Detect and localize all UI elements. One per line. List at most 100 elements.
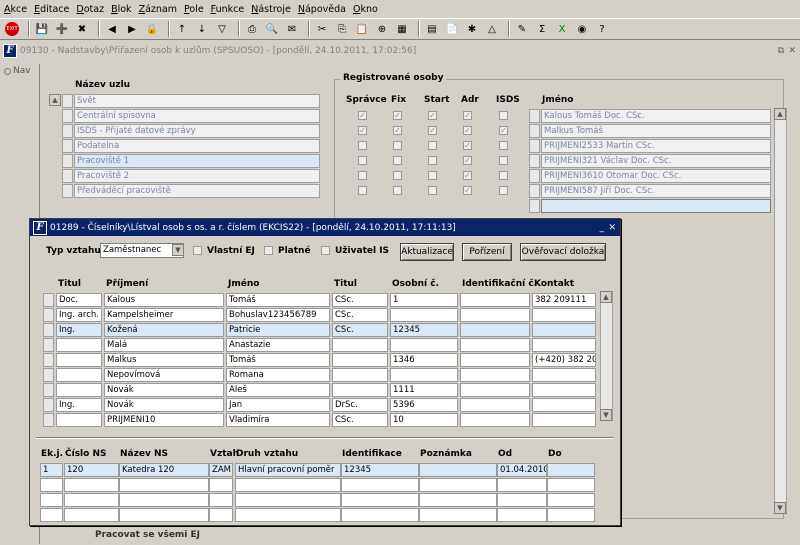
own-unit-checkbox[interactable] xyxy=(193,246,202,255)
detail-cell[interactable] xyxy=(419,493,497,507)
document-icon[interactable]: 📄 xyxy=(444,21,460,37)
detail-cell[interactable]: 12345 xyxy=(341,463,419,477)
row-marker[interactable] xyxy=(62,184,73,198)
row-marker[interactable] xyxy=(43,353,54,367)
row-marker[interactable] xyxy=(43,413,54,427)
detail-cell[interactable] xyxy=(497,493,547,507)
row-marker[interactable] xyxy=(62,154,73,168)
dialog-cell[interactable] xyxy=(56,368,102,382)
dialog-scrollbar[interactable] xyxy=(600,291,613,421)
row-marker[interactable] xyxy=(529,109,540,123)
person-flag-checkbox[interactable] xyxy=(499,171,508,180)
dialog-cell[interactable] xyxy=(332,368,388,382)
node-field[interactable]: Pracoviště 1 xyxy=(74,154,320,168)
dialog-cell[interactable] xyxy=(56,413,102,427)
valid-checkbox[interactable] xyxy=(264,246,273,255)
dialog-cell[interactable] xyxy=(532,413,596,427)
person-flag-checkbox[interactable]: ✓ xyxy=(358,126,367,135)
record-next-icon[interactable]: ▶ xyxy=(124,21,140,37)
verification-clause-button[interactable]: Ověřovací doložka xyxy=(520,243,606,261)
dialog-cell[interactable]: Vladimíra xyxy=(226,413,330,427)
dialog-cell[interactable] xyxy=(460,383,530,397)
person-flag-checkbox[interactable] xyxy=(499,156,508,165)
dialog-cell[interactable] xyxy=(532,383,596,397)
dialog-cell[interactable]: Nepovímová xyxy=(104,368,224,382)
node-field[interactable]: Předváděcí pracoviště xyxy=(74,184,320,198)
person-flag-checkbox[interactable] xyxy=(358,156,367,165)
detail-cell[interactable] xyxy=(341,508,419,522)
help-icon[interactable]: ? xyxy=(594,21,610,37)
detail-cell[interactable] xyxy=(40,493,63,507)
dialog-cell[interactable]: 382 209111 xyxy=(532,293,596,307)
calculator-icon[interactable]: ▤ xyxy=(424,21,440,37)
detail-cell[interactable] xyxy=(209,493,233,507)
dialog-cell[interactable]: Novák xyxy=(104,398,224,412)
dialog-cell[interactable]: Malkus xyxy=(104,353,224,367)
find-icon[interactable]: 🔍 xyxy=(264,21,280,37)
excel-icon[interactable]: X xyxy=(554,21,570,37)
dialog-cell[interactable]: CSc. xyxy=(332,308,388,322)
dialog-cell[interactable]: 12345 xyxy=(390,323,458,337)
dialog-cell[interactable]: CSc. xyxy=(332,323,388,337)
row-marker[interactable] xyxy=(43,338,54,352)
dialog-cell[interactable]: Bohuslav123456789 xyxy=(226,308,330,322)
dialog-cell[interactable] xyxy=(532,398,596,412)
dialog-cell[interactable] xyxy=(460,308,530,322)
detail-cell[interactable]: 01.04.2010 xyxy=(497,463,547,477)
dialog-cell[interactable]: 1346 xyxy=(390,353,458,367)
menu-item[interactable]: Funkce xyxy=(211,4,245,15)
person-flag-checkbox[interactable]: ✓ xyxy=(358,111,367,120)
person-flag-checkbox[interactable] xyxy=(358,171,367,180)
filter-icon[interactable]: ▽ xyxy=(214,21,230,37)
dialog-cell[interactable]: 5396 xyxy=(390,398,458,412)
mail-icon[interactable]: ✉ xyxy=(284,21,300,37)
row-marker[interactable] xyxy=(529,199,540,213)
row-marker[interactable] xyxy=(43,368,54,382)
person-name-field[interactable]: PRIJMENI2533 Martin CSc. xyxy=(541,139,771,153)
dialog-cell[interactable]: Novák xyxy=(104,383,224,397)
detail-cell[interactable] xyxy=(40,478,63,492)
detail-cell[interactable] xyxy=(235,493,341,507)
dialog-cell[interactable] xyxy=(460,323,530,337)
dialog-cell[interactable]: 10 xyxy=(390,413,458,427)
row-marker[interactable] xyxy=(43,383,54,397)
person-flag-checkbox[interactable] xyxy=(428,186,437,195)
create-button[interactable]: Pořízení xyxy=(462,243,512,261)
dialog-close-icon[interactable]: ✕ xyxy=(608,223,616,233)
row-marker[interactable] xyxy=(529,184,540,198)
restore-icon[interactable]: ⧉ xyxy=(778,46,784,56)
person-flag-checkbox[interactable] xyxy=(393,171,402,180)
menu-item[interactable]: Akce xyxy=(4,4,27,15)
dialog-cell[interactable]: 1111 xyxy=(390,383,458,397)
record-prev-icon[interactable]: ◀ xyxy=(104,21,120,37)
row-marker[interactable] xyxy=(62,169,73,183)
detail-cell[interactable] xyxy=(547,463,595,477)
node-field[interactable]: Podatelna xyxy=(74,139,320,153)
edit-icon[interactable]: ✎ xyxy=(514,21,530,37)
menu-item[interactable]: Dotaz xyxy=(76,4,104,15)
nav-tab[interactable]: Nav xyxy=(4,66,37,76)
scroll-down-icon[interactable]: ▼ xyxy=(774,502,786,514)
person-flag-checkbox[interactable]: ✓ xyxy=(393,126,402,135)
menu-item[interactable]: Editace xyxy=(34,4,69,15)
detail-cell[interactable] xyxy=(419,478,497,492)
columns-icon[interactable]: ▦ xyxy=(394,21,410,37)
dialog-cell[interactable] xyxy=(532,323,596,337)
detail-cell[interactable] xyxy=(341,478,419,492)
sort-desc-icon[interactable]: ↓ xyxy=(194,21,210,37)
dialog-cell[interactable] xyxy=(460,368,530,382)
dialog-cell[interactable] xyxy=(390,368,458,382)
row-marker[interactable] xyxy=(529,169,540,183)
dialog-cell[interactable]: CSc. xyxy=(332,293,388,307)
dialog-cell[interactable]: Ing. xyxy=(56,323,102,337)
row-marker[interactable] xyxy=(62,94,73,108)
node-field[interactable]: Pracoviště 2 xyxy=(74,169,320,183)
menu-item[interactable]: Záznam xyxy=(139,4,177,15)
dialog-minimize-icon[interactable]: _ xyxy=(600,223,605,233)
row-marker[interactable] xyxy=(62,139,73,153)
node-field[interactable]: Svět xyxy=(74,94,320,108)
person-name-field[interactable]: Kalous Tomáš Doc. CSc. xyxy=(541,109,771,123)
detail-cell[interactable] xyxy=(119,478,209,492)
person-flag-checkbox[interactable] xyxy=(499,141,508,150)
dialog-cell[interactable] xyxy=(532,338,596,352)
